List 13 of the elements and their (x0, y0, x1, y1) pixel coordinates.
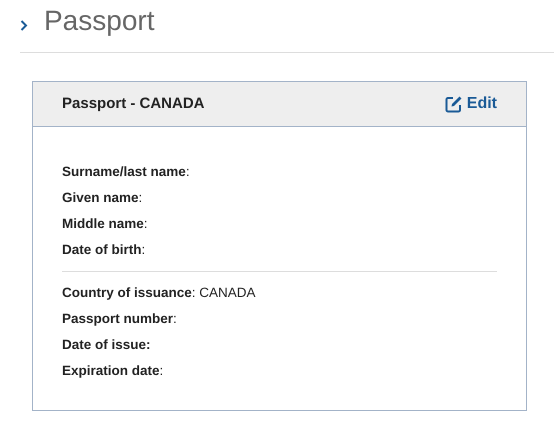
field-line: Date of birth: (62, 241, 146, 259)
field-line: Passport number: (62, 310, 178, 328)
page-title: Passport (44, 4, 154, 38)
field-line: Given name: (62, 189, 144, 207)
chevron-icon (20, 20, 28, 30)
field-line: Expiration date: (62, 362, 164, 380)
card-title: Passport - CANADA (62, 94, 205, 114)
field-line: Surname/last name: (62, 163, 191, 181)
edit-link[interactable]: Edit (444, 92, 497, 116)
edit-icon (444, 95, 463, 113)
field-line: Date of issue: (62, 336, 152, 354)
field-line: Middle name: (62, 215, 149, 233)
field-line: Country of issuance: CANADA (62, 284, 257, 302)
